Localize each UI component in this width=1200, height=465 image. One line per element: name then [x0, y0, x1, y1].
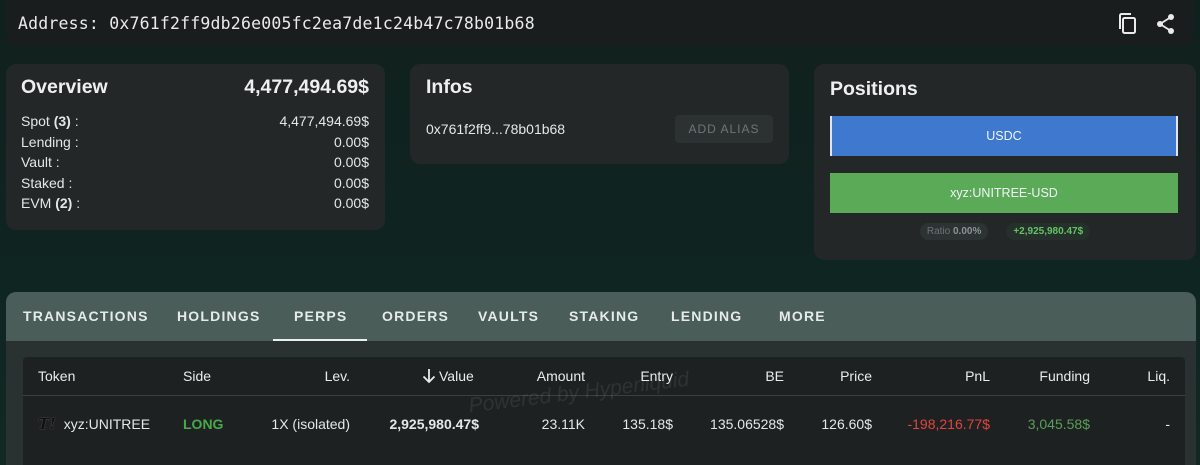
cell-be: 135.06528$ [710, 416, 784, 432]
header-amount[interactable]: Amount [537, 357, 585, 395]
ratio-badge: Ratio 0.00% [919, 223, 989, 240]
cell-pnl: -198,216.77$ [907, 416, 990, 432]
header-entry[interactable]: Entry [640, 357, 673, 395]
tab-holdings[interactable]: HOLDINGS [177, 292, 261, 341]
cell-liq: - [1165, 416, 1170, 432]
header-side[interactable]: Side [183, 357, 211, 395]
position-bar-unitree[interactable]: xyz:UNITREE-USD [830, 173, 1178, 213]
tab-perps[interactable]: PERPS [272, 292, 369, 341]
tab-more[interactable]: MORE [779, 292, 826, 341]
header-lev[interactable]: Lev. [325, 357, 350, 395]
tab-lending[interactable]: LENDING [671, 292, 742, 341]
position-bar-usdc[interactable]: USDC [830, 116, 1178, 156]
perps-table: Token Side Lev. Value Amount Entry BE Pr… [23, 357, 1185, 465]
overview-card: Overview 4,477,494.69$ Spot (3) : 4,477,… [6, 64, 385, 230]
share-icon[interactable] [1154, 12, 1178, 36]
positions-card: Positions USDC xyz:UNITREE-USD Ratio 0.0… [814, 64, 1196, 260]
positions-panel: TRANSACTIONS HOLDINGS PERPS ORDERS VAULT… [6, 292, 1196, 465]
cell-lev: 1X (isolated) [271, 416, 350, 432]
overview-title: Overview [21, 76, 108, 98]
header-funding[interactable]: Funding [1039, 357, 1090, 395]
positions-title: Positions [830, 78, 918, 100]
overview-total: 4,477,494.69$ [244, 76, 369, 98]
cell-side: LONG [183, 416, 224, 432]
pnl-badge: +2,925,980.47$ [1006, 223, 1091, 240]
overview-row-staked: Staked : 0.00$ [21, 174, 369, 191]
arrow-down-icon [422, 369, 436, 384]
table-header-row: Token Side Lev. Value Amount Entry BE Pr… [23, 357, 1185, 396]
unitree-logo-icon: T! [38, 415, 56, 433]
infos-title: Infos [426, 76, 473, 98]
tab-staking[interactable]: STAKING [569, 292, 639, 341]
tab-transactions[interactable]: TRANSACTIONS [23, 292, 149, 341]
overview-row-spot: Spot (3) : 4,477,494.69$ [21, 113, 369, 129]
address-label: Address: 0x761f2ff9db26e005fc2ea7de1c24b… [18, 13, 535, 33]
cell-funding: 3,045.58$ [1027, 416, 1090, 432]
header-price[interactable]: Price [840, 357, 872, 395]
tab-vaults[interactable]: VAULTS [478, 292, 539, 341]
cell-entry: 135.18$ [622, 416, 673, 432]
tab-bar: TRANSACTIONS HOLDINGS PERPS ORDERS VAULT… [6, 292, 1196, 341]
overview-row-vault: Vault : 0.00$ [21, 154, 369, 170]
infos-card: Infos 0x761f2ff9...78b01b68 ADD ALIAS [410, 64, 789, 164]
cell-token[interactable]: T! xyz:UNITREE [38, 396, 150, 452]
overview-row-lending: Lending : 0.00$ [21, 133, 369, 150]
add-alias-button[interactable]: ADD ALIAS [675, 115, 773, 143]
header-token[interactable]: Token [38, 357, 75, 395]
infos-short-address: 0x761f2ff9...78b01b68 [426, 121, 566, 137]
cell-price: 126.60$ [821, 416, 872, 432]
overview-rows: Spot (3) : 4,477,494.69$ Lending : 0.00$… [21, 111, 369, 214]
address-actions [1116, 12, 1178, 36]
copy-icon[interactable] [1116, 12, 1140, 36]
cell-value: 2,925,980.47$ [389, 416, 479, 432]
header-be[interactable]: BE [765, 357, 784, 395]
table-row[interactable]: T! xyz:UNITREE LONG 1X (isolated) 2,925,… [23, 396, 1185, 452]
cell-amount: 23.11K [541, 416, 585, 432]
address-bar: Address: 0x761f2ff9db26e005fc2ea7de1c24b… [6, 0, 1194, 46]
overview-row-evm: EVM (2) : 0.00$ [21, 195, 369, 211]
header-value[interactable]: Value [422, 357, 474, 395]
header-pnl[interactable]: PnL [965, 357, 990, 395]
tab-orders[interactable]: ORDERS [382, 292, 449, 341]
header-liq[interactable]: Liq. [1147, 357, 1170, 395]
